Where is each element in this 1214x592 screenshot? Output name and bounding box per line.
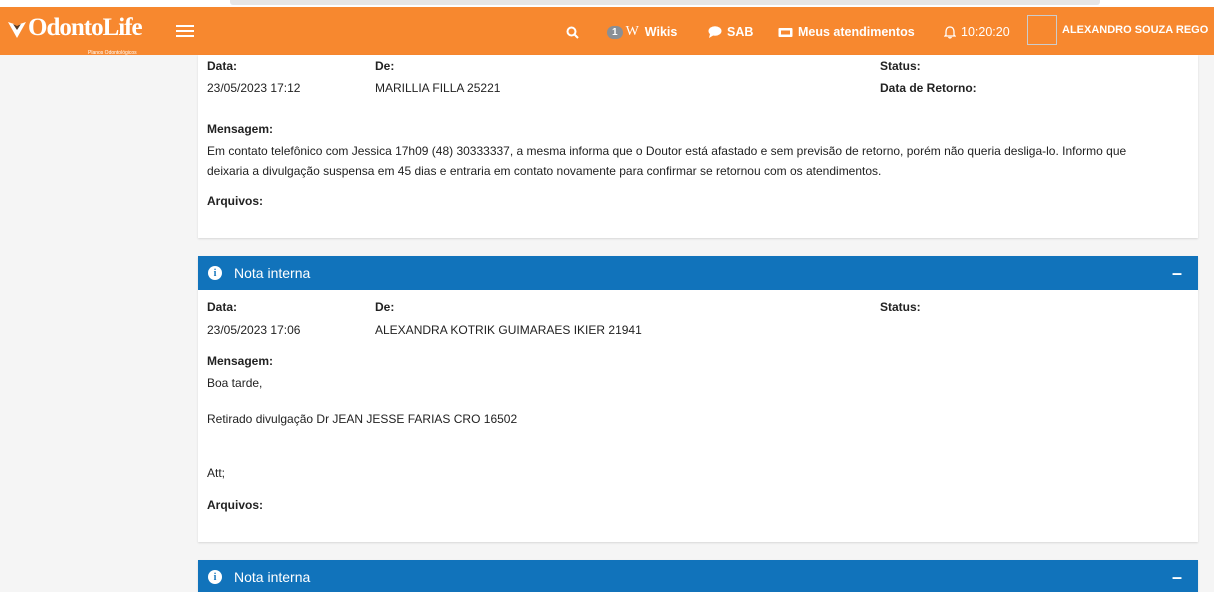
mensagem-text: Em contato telefônico com Jessica 17h09 … bbox=[207, 141, 1192, 181]
user-menu[interactable]: ALEXANDRO SOUZA REGO bbox=[1062, 24, 1208, 36]
meus-atendimentos-link[interactable]: Meus atendimentos bbox=[778, 24, 915, 40]
sab-link[interactable]: SAB bbox=[708, 24, 753, 40]
mensagem-line: Em contato telefônico com Jessica 17h09 … bbox=[207, 144, 1127, 158]
data-value: 23/05/2023 17:12 bbox=[207, 81, 301, 95]
note-card-1: Data: De: Status: 23/05/2023 17:12 MARIL… bbox=[198, 55, 1198, 238]
mensagem-line: deixaria a divulgação suspensa em 45 dia… bbox=[207, 164, 882, 178]
tooth-logo-icon bbox=[8, 22, 26, 38]
sidebar bbox=[0, 55, 180, 592]
comment-icon bbox=[708, 26, 722, 38]
data-value: 23/05/2023 17:06 bbox=[207, 323, 301, 337]
odontolife-logo[interactable]: OdontoLife Planos Odontológicos bbox=[6, 15, 143, 57]
collapse-icon[interactable]: – bbox=[1172, 264, 1182, 282]
clock-text: 10:20:20 bbox=[961, 25, 1010, 39]
de-value: ALEXANDRA KOTRIK GUIMARAES IKIER 21941 bbox=[375, 323, 642, 337]
sab-label: SAB bbox=[727, 25, 754, 39]
status-label: Status: bbox=[880, 59, 921, 73]
top-scroll-indicator bbox=[230, 0, 1100, 5]
status-label: Status: bbox=[880, 300, 921, 314]
card-title: Nota interna bbox=[234, 265, 311, 281]
search-icon bbox=[566, 26, 579, 39]
collapse-icon[interactable]: – bbox=[1172, 568, 1182, 586]
info-icon: i bbox=[208, 266, 222, 280]
wikis-count-badge: 1 bbox=[607, 25, 623, 39]
card-header[interactable]: i Nota interna – bbox=[198, 560, 1198, 592]
note-card-3: i Nota interna – bbox=[198, 560, 1198, 592]
logo-text: OdontoLife Planos Odontológicos bbox=[28, 15, 143, 57]
mensagem-line: Retirado divulgação Dr JEAN JESSE FARIAS… bbox=[207, 412, 518, 426]
notifications-clock[interactable]: 10:20:20 bbox=[944, 24, 1010, 40]
de-label: De: bbox=[375, 59, 395, 73]
wikipedia-icon: W bbox=[625, 24, 639, 39]
ticket-icon bbox=[778, 27, 793, 37]
top-navbar: OdontoLife Planos Odontológicos 1 W Wikis… bbox=[0, 7, 1214, 57]
avatar[interactable] bbox=[1027, 15, 1057, 45]
data-label: Data: bbox=[207, 300, 238, 314]
mensagem-line: Boa tarde, bbox=[207, 376, 263, 390]
browser-top-strip bbox=[0, 0, 1214, 7]
bell-icon bbox=[944, 25, 956, 39]
de-label: De: bbox=[375, 300, 395, 314]
meus-atendimentos-label: Meus atendimentos bbox=[798, 25, 915, 39]
info-icon: i bbox=[208, 570, 222, 584]
wikis-label: Wikis bbox=[644, 25, 678, 39]
card-title: Nota interna bbox=[234, 569, 311, 585]
data-label: Data: bbox=[207, 59, 238, 73]
arquivos-label: Arquivos: bbox=[207, 194, 264, 208]
wikis-link[interactable]: 1 W Wikis bbox=[607, 24, 677, 40]
mensagem-line: Att; bbox=[207, 466, 226, 480]
arquivos-label: Arquivos: bbox=[207, 498, 264, 512]
user-name: ALEXANDRO SOUZA REGO bbox=[1062, 24, 1209, 36]
menu-toggle-icon[interactable] bbox=[176, 25, 194, 37]
mensagem-label: Mensagem: bbox=[207, 122, 274, 136]
card-header[interactable]: i Nota interna – bbox=[198, 256, 1198, 290]
data-retorno-label: Data de Retorno: bbox=[880, 81, 977, 95]
search-button[interactable] bbox=[566, 24, 584, 40]
de-value: MARILLIA FILLA 25221 bbox=[375, 81, 501, 95]
mensagem-label: Mensagem: bbox=[207, 354, 274, 368]
note-card-2: i Nota interna – Data: De: Status: 23/05… bbox=[198, 256, 1198, 542]
